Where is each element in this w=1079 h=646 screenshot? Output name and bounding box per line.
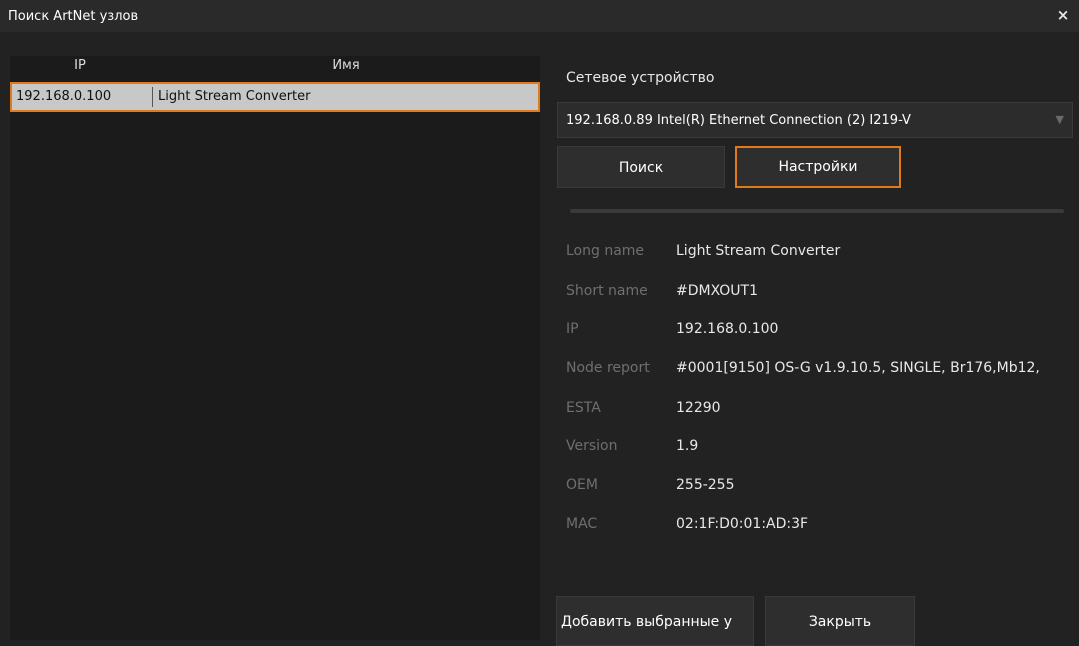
chevron-down-icon[interactable]: ▼ xyxy=(1056,113,1064,126)
search-button[interactable]: Поиск xyxy=(557,146,725,188)
prop-key-node-report: Node report xyxy=(566,360,650,376)
prop-key-oem: OEM xyxy=(566,477,598,493)
add-selected-button[interactable]: Добавить выбранные у xyxy=(556,596,754,646)
prop-value-short-name: #DMXOUT1 xyxy=(676,283,759,299)
close-button[interactable]: Закрыть xyxy=(765,596,915,646)
nodes-list[interactable]: IP Имя 192.168.0.100 Light Stream Conver… xyxy=(10,56,540,640)
prop-value-version: 1.9 xyxy=(676,438,699,454)
row-ip-cell: 192.168.0.100 xyxy=(16,89,112,104)
close-icon[interactable]: × xyxy=(1052,4,1074,26)
prop-value-mac: 02:1F:D0:01:AD:3F xyxy=(676,516,809,532)
prop-key-short-name: Short name xyxy=(566,283,648,299)
title-bar: Поиск ArtNet узлов × xyxy=(0,0,1079,32)
column-header-ip[interactable]: IP xyxy=(10,56,150,76)
cell-divider xyxy=(152,87,153,107)
network-device-value: 192.168.0.89 Intel(R) Ethernet Connectio… xyxy=(566,113,911,128)
prop-key-long-name: Long name xyxy=(566,243,645,259)
row-name-cell: Light Stream Converter xyxy=(158,89,311,104)
artnet-search-dialog: Поиск ArtNet узлов × IP Имя 192.168.0.10… xyxy=(0,0,1079,646)
network-device-select[interactable]: 192.168.0.89 Intel(R) Ethernet Connectio… xyxy=(557,102,1073,138)
prop-key-mac: MAC xyxy=(566,516,598,532)
divider xyxy=(570,209,1064,213)
settings-button[interactable]: Настройки xyxy=(735,146,901,188)
prop-value-long-name: Light Stream Converter xyxy=(676,243,841,259)
column-header-name[interactable]: Имя xyxy=(152,56,540,76)
prop-key-version: Version xyxy=(566,438,618,454)
prop-value-esta: 12290 xyxy=(676,400,721,416)
prop-key-esta: ESTA xyxy=(566,400,601,416)
network-device-label: Сетевое устройство xyxy=(566,70,715,86)
prop-key-ip: IP xyxy=(566,321,579,337)
dialog-title: Поиск ArtNet узлов xyxy=(8,9,139,24)
prop-value-oem: 255-255 xyxy=(676,477,735,493)
table-row[interactable]: 192.168.0.100 Light Stream Converter xyxy=(10,82,540,112)
prop-value-ip: 192.168.0.100 xyxy=(676,321,779,337)
prop-value-node-report: #0001[9150] OS-G v1.9.10.5, SINGLE, Br17… xyxy=(676,360,1040,376)
